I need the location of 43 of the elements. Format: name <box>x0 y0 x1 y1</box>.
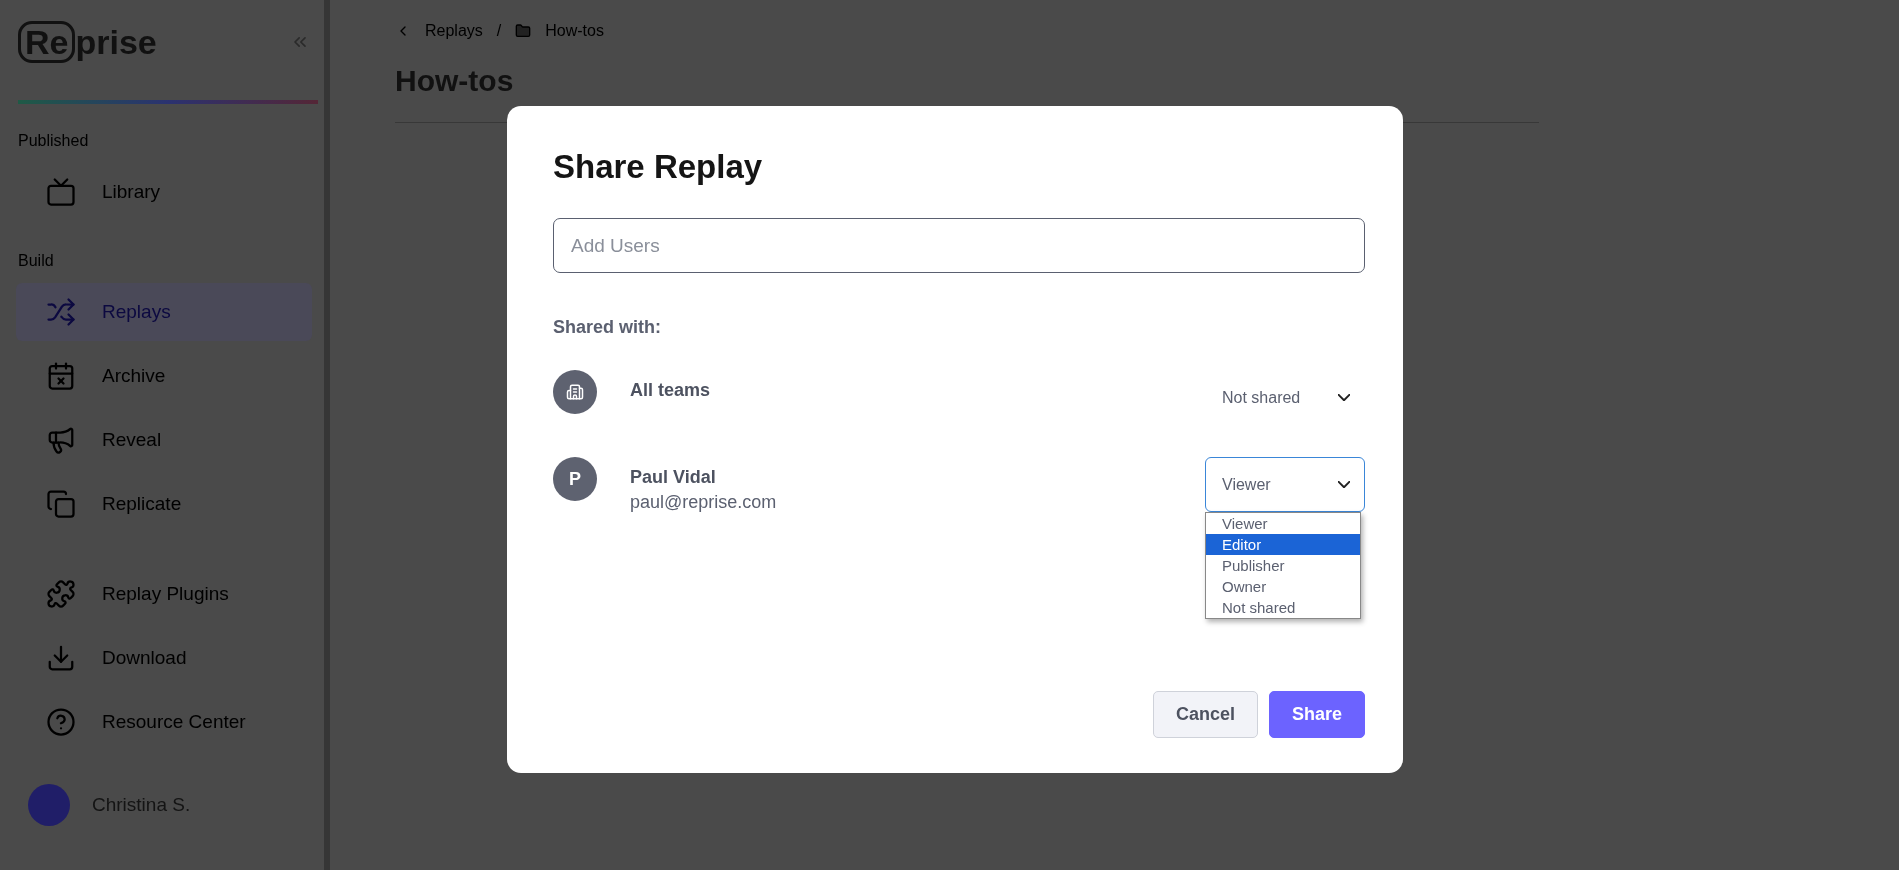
user-avatar[interactable] <box>28 784 70 826</box>
cancel-button[interactable]: Cancel <box>1152 691 1258 738</box>
shuffle-icon <box>46 297 76 327</box>
dropdown-option[interactable]: Viewer <box>1206 513 1360 534</box>
user-avatar: P <box>553 457 597 501</box>
reprise-logo: Re prise <box>18 21 157 63</box>
sidebar-item[interactable]: Replay Plugins <box>16 565 312 623</box>
dropdown-option[interactable]: Publisher <box>1206 555 1360 576</box>
section-title: Build <box>17 251 55 271</box>
dropdown-option[interactable]: Editor <box>1206 534 1360 555</box>
sidebar-item[interactable]: Reveal <box>16 411 312 469</box>
megaphone-icon <box>46 425 76 455</box>
dialog-title: Share Replay <box>553 148 764 186</box>
dropdown-option[interactable]: Owner <box>1206 576 1360 597</box>
breadcrumb-separator: / <box>496 22 502 40</box>
building-icon <box>566 383 584 401</box>
entry-name: Paul Vidal <box>630 467 717 488</box>
add-users-field[interactable]: Add Users <box>553 218 1365 273</box>
help-icon <box>46 707 76 737</box>
entry-name: All teams <box>630 380 712 401</box>
role-select[interactable]: Not shared <box>1205 370 1365 425</box>
section-title: Published <box>17 131 90 151</box>
shared-with-label: Shared with: <box>553 317 662 338</box>
role-select[interactable]: Viewer <box>1205 457 1365 512</box>
sidebar-item[interactable]: Replays <box>16 283 312 341</box>
puzzle-icon <box>46 579 76 609</box>
sidebar-item[interactable]: Resource Center <box>16 693 312 751</box>
dropdown-option[interactable]: Not shared <box>1206 597 1360 618</box>
share-button[interactable]: Share <box>1268 691 1365 738</box>
calendar-icon <box>46 361 76 391</box>
folder-icon <box>515 23 532 39</box>
entry-email: paul@reprise.com <box>630 492 778 513</box>
sidebar-item[interactable]: Download <box>16 629 312 687</box>
download-icon <box>46 643 76 673</box>
chevron-down-icon <box>1338 394 1350 401</box>
tv-icon <box>46 177 76 207</box>
breadcrumb-link[interactable]: Replays <box>425 22 483 40</box>
sidebar-item[interactable]: Archive <box>16 347 312 405</box>
sidebar-item[interactable]: Replicate <box>16 475 312 533</box>
sidebar-item[interactable]: Library <box>16 163 312 221</box>
breadcrumb-link[interactable]: How-tos <box>545 22 604 40</box>
copy-icon <box>46 489 76 519</box>
chevron-down-icon <box>1338 481 1350 488</box>
